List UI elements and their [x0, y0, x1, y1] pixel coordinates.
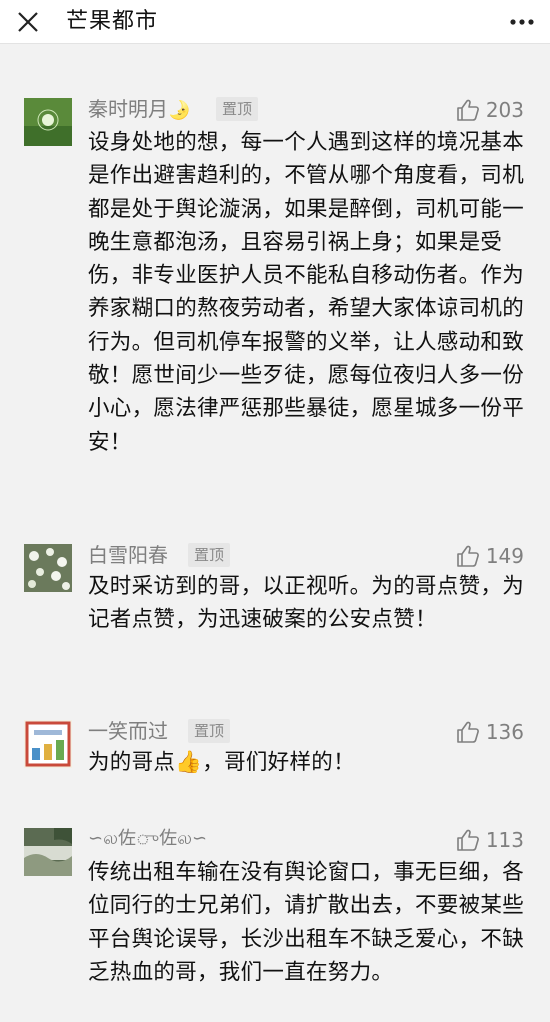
pinned-badge: 置顶	[216, 97, 259, 121]
avatar-image	[24, 828, 72, 876]
avatar[interactable]	[24, 720, 72, 768]
comment-text: 设身处地的想，每一个人遇到这样的境况基本是作出避害趋利的，不管从哪个角度看，司机…	[88, 130, 525, 455]
like-button[interactable]: 136	[456, 718, 524, 746]
thumbs-up-icon	[457, 721, 479, 743]
thumbs-up-icon	[457, 99, 479, 121]
moon-emoji: 🌛	[168, 100, 191, 121]
like-count: 203	[485, 98, 524, 122]
avatar[interactable]	[24, 828, 72, 876]
more-icon	[510, 19, 534, 25]
like-count: 149	[485, 544, 524, 568]
commenter-name[interactable]: 秦时明月🌛	[88, 96, 190, 124]
close-icon	[18, 12, 38, 32]
like-button[interactable]: 149	[456, 542, 524, 570]
comment-text: 为的哥点👍，哥们好样的！	[88, 750, 355, 775]
avatar-image	[24, 98, 72, 146]
comment-text: 及时采访到的哥，以正视听。为的哥点赞，为记者点赞，为迅速破案的公安点赞！	[88, 574, 525, 633]
thumbs-up-icon	[457, 829, 479, 851]
commenter-name[interactable]: 白雪阳春	[88, 542, 168, 568]
page-title: 芒果都市	[66, 9, 159, 34]
avatar[interactable]	[24, 544, 72, 592]
commenter-name[interactable]: 一笑而过	[88, 718, 168, 744]
pinned-badge: 置顶	[188, 719, 231, 743]
thumbs-up-emoji: 👍	[175, 750, 203, 775]
comment-text: 传统出租车输在没有舆论窗口，事无巨细，各位同行的士兄弟们，请扩散出去，不要被某些…	[88, 860, 525, 985]
avatar-image	[24, 720, 72, 768]
top-bar: 芒果都市	[0, 0, 550, 44]
like-count: 136	[485, 720, 524, 744]
more-button[interactable]	[506, 8, 538, 36]
pinned-badge: 置顶	[188, 543, 231, 567]
thumbs-up-icon	[457, 545, 479, 567]
avatar[interactable]	[24, 98, 72, 146]
like-button[interactable]: 203	[456, 96, 524, 124]
close-button[interactable]	[14, 8, 42, 36]
avatar-image	[24, 544, 72, 592]
like-count: 113	[485, 828, 524, 852]
like-button[interactable]: 113	[456, 826, 524, 854]
commenter-name[interactable]: ∽ல佐ு佐ல∽	[88, 826, 207, 852]
